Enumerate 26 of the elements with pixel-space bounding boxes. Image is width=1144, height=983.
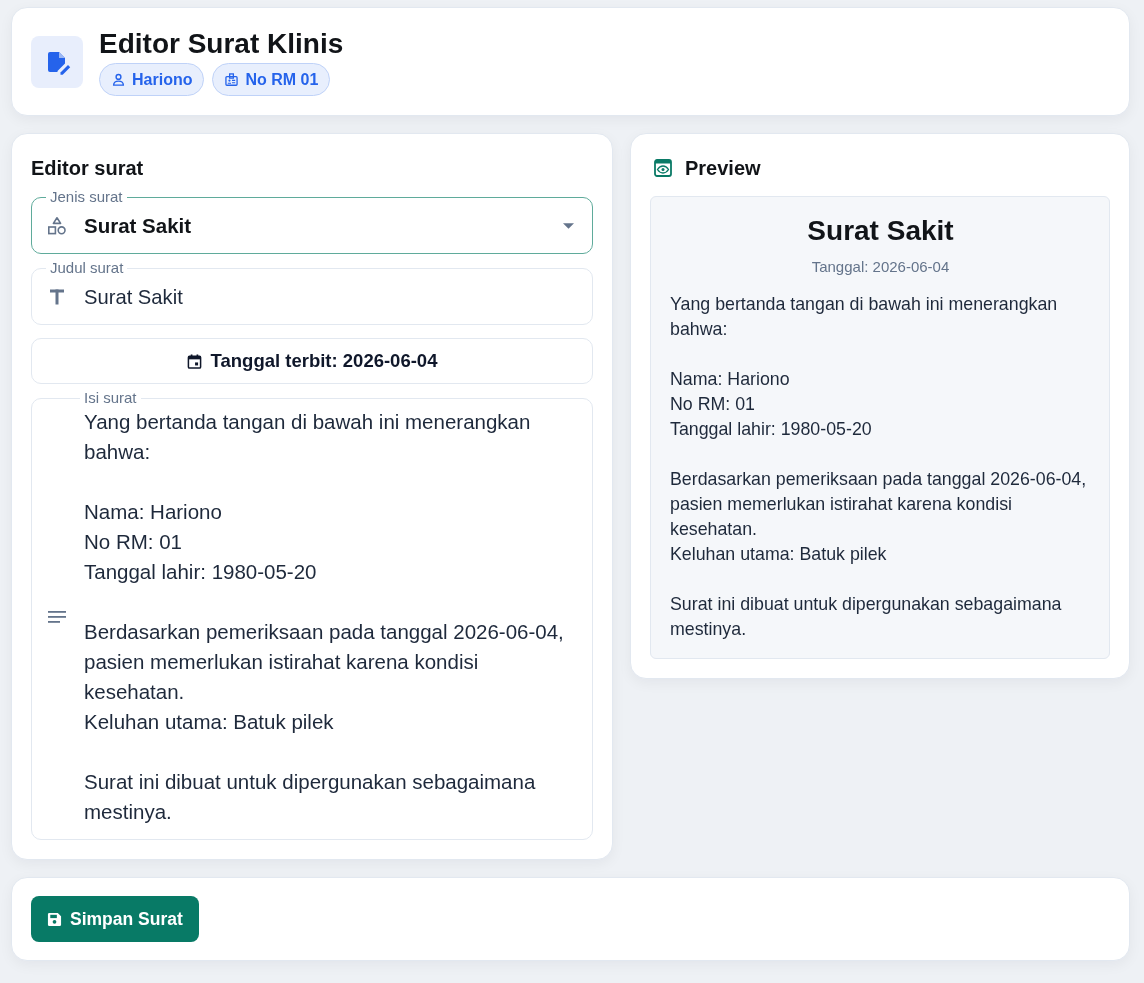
date-button[interactable]: Tanggal terbit: 2026-06-04 [31, 338, 593, 384]
letter-date: Tanggal: 2026-06-04 [810, 258, 951, 276]
chip-label: Hariono [132, 69, 193, 90]
text-input-field[interactable]: Judul surat Surat Sakit [31, 261, 593, 325]
shapes-icon [47, 216, 67, 236]
notes-icon [47, 610, 67, 624]
section-title: Preview [685, 156, 761, 180]
letter-title: Surat Sakit [806, 214, 955, 248]
section-title: Editor surat [31, 156, 145, 180]
calendar-icon [186, 353, 202, 369]
page-title: Editor Surat Klinis [99, 28, 344, 60]
person-icon [112, 73, 125, 86]
select-field[interactable]: Jenis surat Surat Sakit [31, 190, 593, 254]
field-label: Isi surat [83, 391, 138, 405]
save-button[interactable]: Simpan Surat [31, 896, 199, 942]
save-icon [47, 911, 62, 927]
letter-body: Yang bertanda tangan di bawah ini menerangkan bahwa: Nama: Hariono No RM: 01 Tanggal lahir: 1980-05-20 Berdasarkan pemeriksaan pada tanggal 2026-06-04, pasien memerlukan istirahat karena kondisi kesehatan. Keluhan utama: Batuk pilek Surat ini dibuat untuk dipergunakan sebagaimana mestinya. [670, 293, 1088, 641]
id-card-icon [225, 73, 239, 86]
field-label: Judul surat [49, 261, 125, 275]
field-label: Jenis surat [49, 190, 124, 204]
document-edit-icon [31, 36, 83, 88]
eye-icon [654, 159, 672, 177]
textarea-field[interactable]: Isi surat Yang bertanda tangan di bawah ini menerangkan bahwa: Nama: Hariono No RM: 01 Tanggal lahir: 1980-05-20 Berdasarkan pemeriksaan pada tanggal 2026-06-04, pasien memerlukan istirahat karena kondisi kesehatan. Keluhan utama: Batuk pilek Surat ini dibuat untuk dipergunakan sebagaimana mestinya. [31, 391, 593, 840]
caret-icon [563, 223, 574, 229]
chip-label: No RM 01 [245, 69, 319, 90]
text-title-icon [47, 287, 67, 307]
